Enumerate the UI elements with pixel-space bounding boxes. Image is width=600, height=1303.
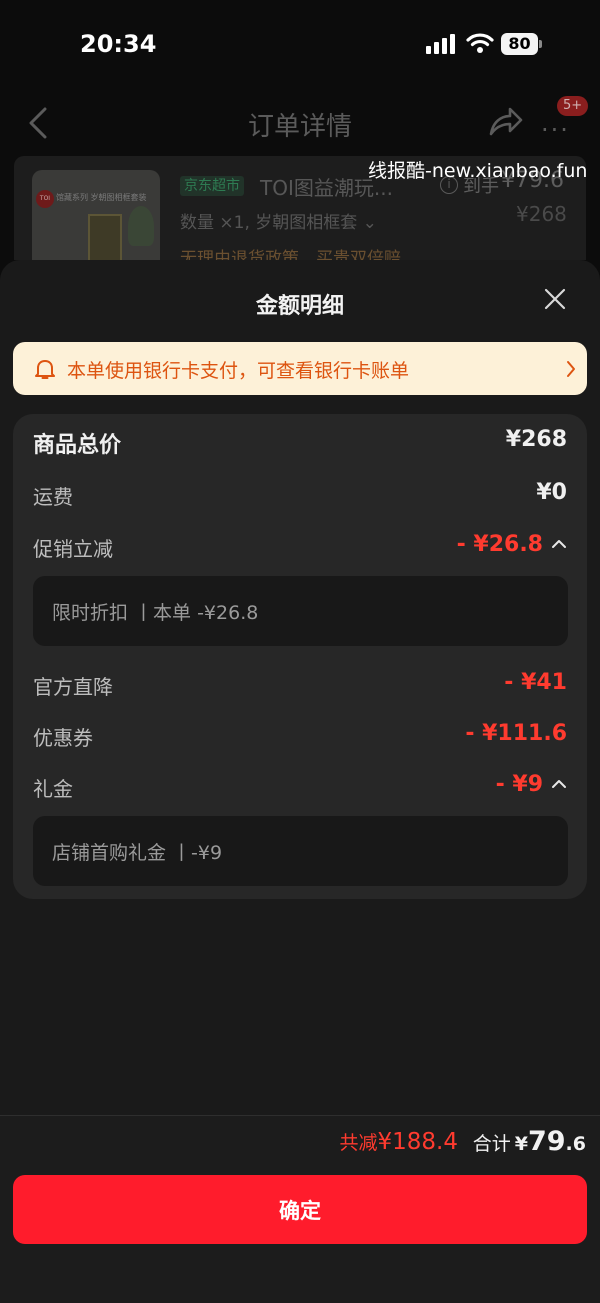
gift-money-label: 礼金 [33, 777, 73, 801]
grand-total-currency: ¥ [514, 1133, 528, 1155]
official-discount-value: - ¥41 [504, 670, 567, 695]
bell-icon [35, 360, 55, 379]
bank-card-banner[interactable]: 本单使用银行卡支付，可查看银行卡账单 [13, 342, 587, 395]
product-thumbnail: TOI 馆藏系列 岁朝图相框套装 [32, 170, 160, 260]
promo-detail-text: 限时折扣 丨本单 -¥26.8 [52, 602, 259, 624]
thumb-caption: 馆藏系列 岁朝图相框套装 [56, 193, 147, 202]
chevron-up-icon[interactable] [551, 538, 567, 550]
qty-spec-text: 数量 ×1, 岁朝图相框套 [180, 213, 358, 233]
grand-total-label: 合计 [472, 1133, 511, 1155]
gift-money-detail-text: 店铺首购礼金 丨-¥9 [52, 842, 223, 864]
goods-total-label: 商品总价 [33, 433, 122, 458]
grand-total-integer: 79 [527, 1126, 566, 1157]
return-policy: 无理由退货政策，买贵双倍赔 [180, 249, 401, 260]
home-indicator [210, 1286, 390, 1292]
coupon-value: - ¥111.6 [465, 721, 567, 746]
brand-logo: TOI [36, 190, 54, 208]
more-icon[interactable]: ··· [541, 116, 570, 144]
confirm-button[interactable]: 确定 [13, 1175, 587, 1244]
goods-total-value: ¥268 [505, 427, 567, 452]
promo-label: 促销立减 [33, 537, 113, 561]
official-discount-label: 官方直降 [33, 675, 113, 699]
promo-detail: 限时折扣 丨本单 -¥26.8 [33, 576, 568, 646]
total-discount: 共减¥188.4 [340, 1128, 459, 1155]
message-badge: 5+ [557, 96, 589, 116]
total-discount-label: 共减 [339, 1132, 378, 1154]
gift-money-value[interactable]: - ¥9 [496, 772, 543, 797]
share-icon[interactable] [488, 104, 524, 138]
banner-text: 本单使用银行卡支付，可查看银行卡账单 [67, 360, 410, 382]
footer-bar: 共减¥188.4 合计 ¥79.6 确定 [0, 1115, 600, 1303]
chevron-right-icon [567, 361, 575, 377]
sheet-title: 金额明细 [255, 294, 344, 319]
wifi-icon [466, 33, 494, 53]
battery-level: 80 [508, 34, 531, 53]
shipping-value: ¥0 [536, 480, 567, 505]
battery-icon: 80 [501, 33, 543, 55]
status-time: 20:34 [80, 30, 157, 58]
shipping-label: 运费 [33, 485, 73, 509]
watermark: 线报酷-new.xianbao.fun [368, 160, 588, 182]
price-breakdown: 商品总价 ¥268 运费 ¥0 促销立减 - ¥26.8 限时折扣 丨本单 -¥… [13, 414, 587, 899]
grand-total: 合计 ¥79.6 [473, 1126, 586, 1157]
promo-value[interactable]: - ¥26.8 [457, 532, 543, 557]
close-icon[interactable] [542, 286, 568, 312]
product-quantity-spec[interactable]: 数量 ×1, 岁朝图相框套 ⌄ [180, 208, 377, 233]
chevron-up-icon[interactable] [551, 778, 567, 790]
nav-bar: 订单详情 ··· 5+ [0, 90, 600, 156]
coupon-label: 优惠券 [33, 726, 93, 750]
cellular-signal-icon [426, 34, 458, 54]
total-discount-value: ¥188.4 [377, 1129, 458, 1155]
grand-total-decimal: .6 [565, 1133, 586, 1155]
gift-money-detail: 店铺首购礼金 丨-¥9 [33, 816, 568, 886]
store-tag: 京东超市 [180, 176, 244, 196]
original-price: ¥268 [516, 202, 567, 226]
status-bar: 20:34 80 [0, 0, 600, 90]
